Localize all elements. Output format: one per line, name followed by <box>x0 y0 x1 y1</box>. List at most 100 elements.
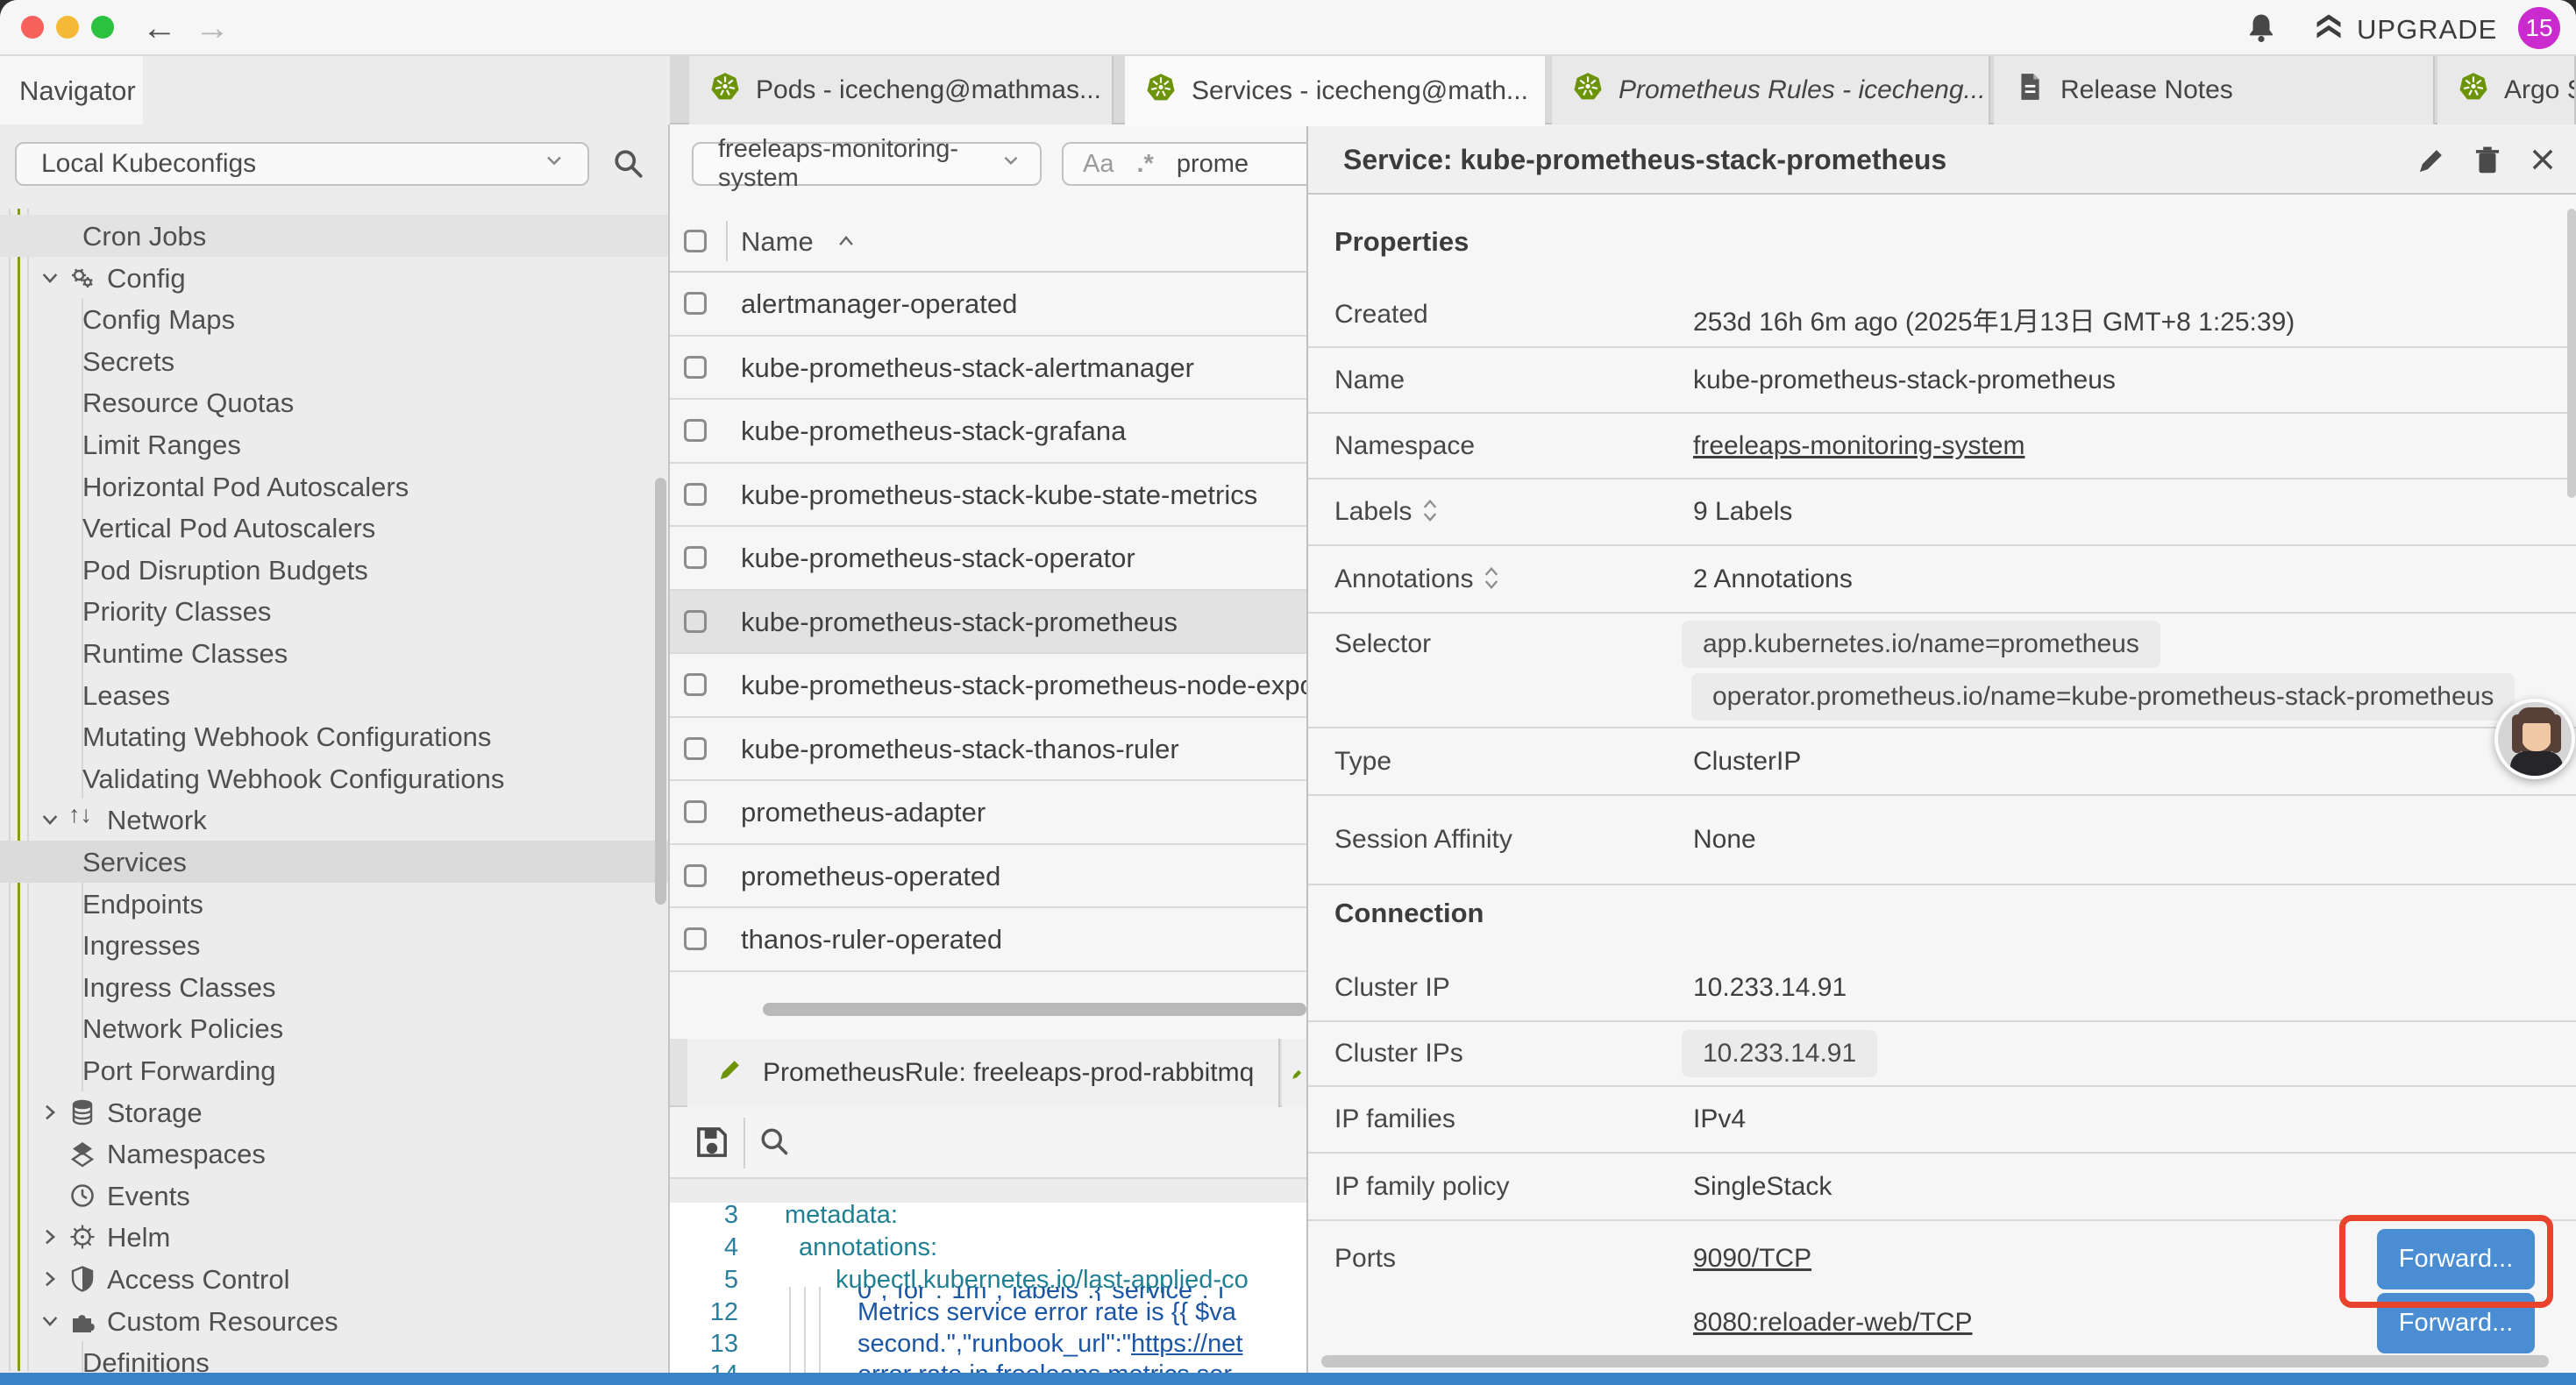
table-row-kube-prometheus-stack-grafana[interactable]: kube-prometheus-stack-grafana <box>670 400 1306 464</box>
chevron-down-icon[interactable] <box>39 1308 61 1339</box>
chevron-right-icon[interactable] <box>39 1266 61 1297</box>
sidebar-item-limit-ranges[interactable]: Limit Ranges <box>0 423 668 465</box>
sidebar-item-config[interactable]: Config <box>0 257 668 299</box>
row-checkbox[interactable] <box>684 546 707 569</box>
back-arrow-icon[interactable]: ← <box>142 5 177 51</box>
sidebar-item-label: Access Control <box>107 1264 289 1296</box>
tab-services[interactable]: Services - icecheng@math...✕ <box>1125 56 1545 126</box>
table-row-alertmanager-operated[interactable]: alertmanager-operated <box>670 273 1306 337</box>
namespace-dropdown[interactable]: freeleaps-monitoring-system <box>692 142 1042 186</box>
sidebar-item-leases[interactable]: Leases <box>0 674 668 716</box>
row-checkbox[interactable] <box>684 483 707 506</box>
table-row-kube-prometheus-stack-prometheus-node-expor[interactable]: kube-prometheus-stack-prometheus-node-ex… <box>670 654 1306 718</box>
chevron-right-icon[interactable] <box>39 1099 61 1131</box>
table-row-prometheus-adapter[interactable]: prometheus-adapter <box>670 781 1306 845</box>
port-link-9090/TCP[interactable]: 9090/TCP <box>1693 1244 1811 1274</box>
tab-prometheus[interactable]: Prometheus Rules - icecheng... <box>1552 56 1990 124</box>
kubernetes-icon <box>1573 72 1603 109</box>
sidebar-item-helm[interactable]: Helm <box>0 1216 668 1258</box>
forward-arrow-icon[interactable]: → <box>195 5 230 51</box>
sidebar-item-events[interactable]: Events <box>0 1175 668 1217</box>
detail-horizontal-scrollbar-thumb[interactable] <box>1321 1355 2549 1367</box>
editor-tab-prometheusrule[interactable]: PrometheusRule: freeleaps-prod-rabbitmq <box>687 1039 1280 1107</box>
sidebar-item-horizontal-pod-autoscalers[interactable]: Horizontal Pod Autoscalers <box>0 465 668 508</box>
sidebar-item-config-maps[interactable]: Config Maps <box>0 298 668 340</box>
zoom-window-button[interactable] <box>91 16 114 39</box>
tab-release[interactable]: Release Notes <box>1994 56 2435 124</box>
sidebar-item-ingresses[interactable]: Ingresses <box>0 924 668 966</box>
delete-trash-icon[interactable] <box>2471 144 2504 181</box>
resource-list-pane: freeleaps-monitoring-system Aa .* prome … <box>670 124 1306 1385</box>
select-all-checkbox[interactable] <box>684 230 707 252</box>
detail-label: Labels <box>1334 497 1438 530</box>
port-link-8080:reloader-web/TCP[interactable]: 8080:reloader-web/TCP <box>1693 1308 1973 1338</box>
sidebar-item-label: Port Forwarding <box>82 1055 276 1087</box>
edit-pencil-icon[interactable] <box>2415 144 2448 181</box>
chevron-right-icon[interactable] <box>39 1224 61 1255</box>
editor-tab-partial[interactable] <box>1282 1039 1306 1107</box>
tab-pods[interactable]: Pods - icecheng@mathmas... <box>689 56 1114 124</box>
row-checkbox[interactable] <box>684 610 707 633</box>
table-row-kube-prometheus-stack-thanos-ruler[interactable]: kube-prometheus-stack-thanos-ruler <box>670 718 1306 782</box>
yaml-editor[interactable]: 3metadata:4annotations:5kubectl.kubernet… <box>670 1203 1306 1385</box>
row-checkbox[interactable] <box>684 673 707 696</box>
sidebar-item-cron-jobs[interactable]: Cron Jobs <box>0 215 668 257</box>
sidebar-item-namespaces[interactable]: Namespaces <box>0 1133 668 1175</box>
sidebar-item-secrets[interactable]: Secrets <box>0 340 668 382</box>
tab-navigator[interactable]: Navigator <box>0 56 143 126</box>
expand-collapse-icon[interactable] <box>1484 565 1499 598</box>
sidebar-item-port-forwarding[interactable]: Port Forwarding <box>0 1049 668 1091</box>
sidebar-item-network[interactable]: ↑↓Network <box>0 799 668 841</box>
sidebar-item-resource-quotas[interactable]: Resource Quotas <box>0 381 668 423</box>
regex-toggle[interactable]: .* <box>1136 150 1153 179</box>
close-icon[interactable] <box>2527 144 2558 180</box>
detail-vertical-scrollbar-thumb[interactable] <box>2567 209 2576 498</box>
name-column-header[interactable]: Name <box>741 226 856 258</box>
sidebar-item-runtime-classes[interactable]: Runtime Classes <box>0 632 668 674</box>
sidebar-search-icon[interactable] <box>611 146 646 186</box>
row-checkbox[interactable] <box>684 419 707 442</box>
table-row-prometheus-operated[interactable]: prometheus-operated <box>670 845 1306 909</box>
list-search-input[interactable]: Aa .* prome <box>1062 142 1306 186</box>
table-row-kube-prometheus-stack-kube-state-metrics[interactable]: kube-prometheus-stack-kube-state-metrics <box>670 464 1306 528</box>
list-horizontal-scrollbar-thumb[interactable] <box>763 1003 1306 1016</box>
sidebar-item-network-policies[interactable]: Network Policies <box>0 1007 668 1049</box>
sidebar-item-custom-resources[interactable]: Custom Resources <box>0 1300 668 1342</box>
upgrade-button[interactable]: UPGRADE <box>2313 11 2497 49</box>
sidebar-item-priority-classes[interactable]: Priority Classes <box>0 590 668 632</box>
editor-search-icon[interactable] <box>758 1125 793 1164</box>
table-row-thanos-ruler-operated[interactable]: thanos-ruler-operated <box>670 908 1306 972</box>
table-row-kube-prometheus-stack-alertmanager[interactable]: kube-prometheus-stack-alertmanager <box>670 337 1306 401</box>
chevron-down-icon[interactable] <box>39 806 61 838</box>
table-row-kube-prometheus-stack-prometheus[interactable]: kube-prometheus-stack-prometheus <box>670 591 1306 655</box>
detail-value-link[interactable]: freeleaps-monitoring-system <box>1693 431 2025 461</box>
sidebar-scrollbar-thumb[interactable] <box>655 478 666 905</box>
row-checkbox[interactable] <box>684 864 707 887</box>
sidebar-item-validating-webhook-configurations[interactable]: Validating Webhook Configurations <box>0 757 668 799</box>
sidebar-item-access-control[interactable]: Access Control <box>0 1258 668 1300</box>
row-checkbox[interactable] <box>684 737 707 760</box>
sidebar-item-ingress-classes[interactable]: Ingress Classes <box>0 966 668 1008</box>
close-window-button[interactable] <box>21 16 44 39</box>
sidebar-item-vertical-pod-autoscalers[interactable]: Vertical Pod Autoscalers <box>0 507 668 549</box>
match-case-toggle[interactable]: Aa <box>1083 150 1114 179</box>
minimize-window-button[interactable] <box>56 16 79 39</box>
table-row-kube-prometheus-stack-operator[interactable]: kube-prometheus-stack-operator <box>670 527 1306 591</box>
notification-count-badge[interactable]: 15 <box>2518 7 2560 49</box>
row-checkbox[interactable] <box>684 927 707 950</box>
sidebar-item-endpoints[interactable]: Endpoints <box>0 883 668 925</box>
notifications-bell-icon[interactable] <box>2245 11 2278 49</box>
row-checkbox[interactable] <box>684 292 707 315</box>
sidebar-item-pod-disruption-budgets[interactable]: Pod Disruption Budgets <box>0 549 668 591</box>
sidebar-item-storage[interactable]: Storage <box>0 1091 668 1133</box>
kubeconfig-dropdown[interactable]: Local Kubeconfigs <box>15 142 589 186</box>
row-checkbox[interactable] <box>684 800 707 823</box>
tab-argo[interactable]: Argo Se <box>2437 56 2576 124</box>
expand-collapse-icon[interactable] <box>1422 498 1438 530</box>
save-icon[interactable] <box>693 1123 731 1166</box>
user-avatar[interactable] <box>2494 699 2575 779</box>
sidebar-item-services[interactable]: Services <box>0 841 668 883</box>
row-checkbox[interactable] <box>684 356 707 379</box>
sidebar-item-mutating-webhook-configurations[interactable]: Mutating Webhook Configurations <box>0 715 668 757</box>
chevron-down-icon[interactable] <box>39 265 61 296</box>
